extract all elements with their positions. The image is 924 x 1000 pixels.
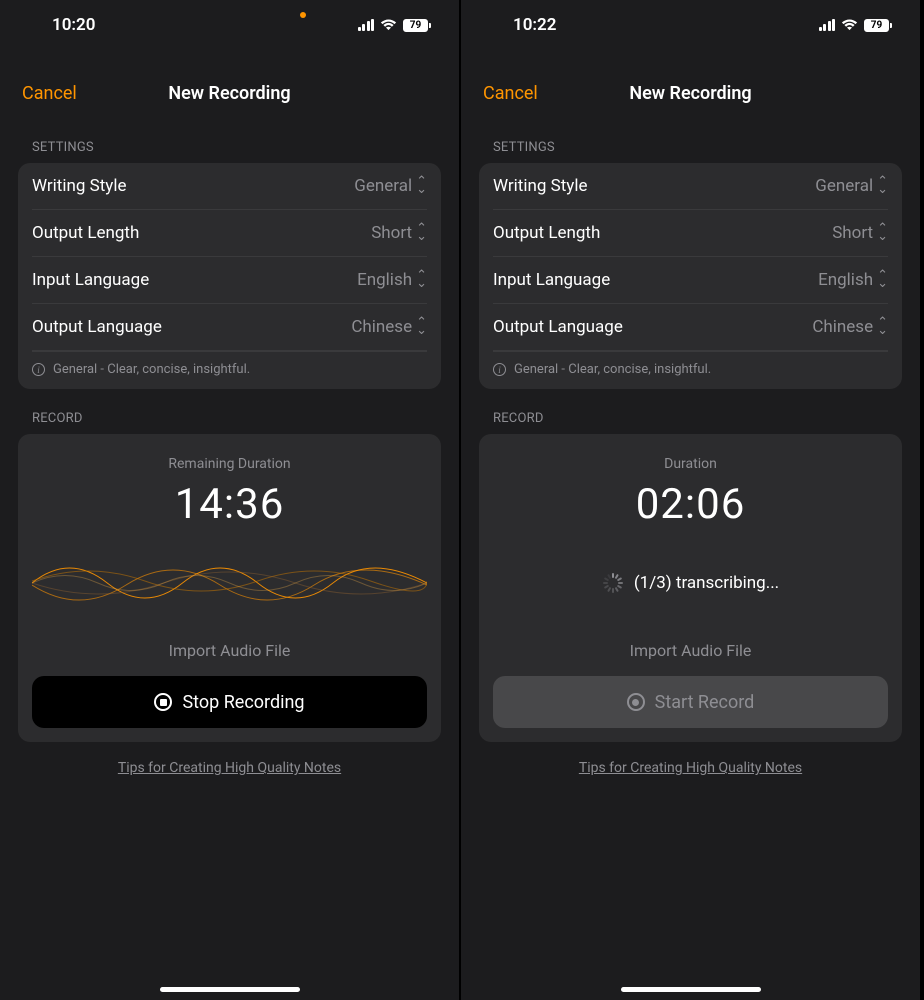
settings-card: Writing Style General⌃⌄ Output Length Sh…: [18, 163, 441, 389]
duration-time: 02:06: [636, 480, 746, 529]
row-value: General⌃⌄: [354, 176, 427, 196]
up-down-chevron-icon: ⌃⌄: [877, 225, 888, 241]
writing-style-row[interactable]: Writing Style General⌃⌄: [32, 163, 427, 210]
record-card: Remaining Duration 14:36 Import Audio Fi…: [18, 434, 441, 742]
waveform-visual: [32, 543, 427, 623]
page-title: New Recording: [168, 83, 290, 104]
row-value: Short⌃⌄: [371, 223, 427, 243]
output-length-row[interactable]: Output Length Short⌃⌄: [493, 210, 888, 257]
status-time: 10:20: [52, 15, 95, 35]
wifi-icon: [380, 19, 397, 31]
up-down-chevron-icon: ⌃⌄: [416, 272, 427, 288]
row-label: Input Language: [493, 270, 610, 290]
up-down-chevron-icon: ⌃⌄: [877, 178, 888, 194]
tips-link[interactable]: Tips for Creating High Quality Notes: [0, 760, 459, 776]
up-down-chevron-icon: ⌃⌄: [416, 225, 427, 241]
home-indicator[interactable]: [621, 987, 761, 992]
up-down-chevron-icon: ⌃⌄: [416, 319, 427, 335]
info-icon: i: [493, 363, 506, 376]
import-audio-link[interactable]: Import Audio File: [630, 641, 752, 660]
record-section-label: RECORD: [461, 411, 920, 426]
duration-time: 14:36: [175, 480, 285, 529]
start-record-button[interactable]: Start Record: [493, 676, 888, 728]
screen-right: 10:22 79 Cancel New Recording SETTINGS W…: [461, 0, 922, 1000]
record-card: Duration 02:06 (1/3) transcribing... Imp…: [479, 434, 902, 742]
cellular-signal-icon: [358, 19, 375, 31]
tips-link[interactable]: Tips for Creating High Quality Notes: [461, 760, 920, 776]
settings-section-label: SETTINGS: [0, 140, 459, 155]
status-bar: 10:22 79: [461, 0, 920, 50]
status-icons: 79: [358, 19, 432, 32]
row-label: Output Length: [32, 223, 139, 243]
stop-recording-button[interactable]: Stop Recording: [32, 676, 427, 728]
row-label: Output Language: [32, 317, 162, 337]
output-language-row[interactable]: Output Language Chinese⌃⌄: [32, 304, 427, 351]
cellular-signal-icon: [819, 19, 836, 31]
row-value: Chinese⌃⌄: [812, 317, 888, 337]
status-text: (1/3) transcribing...: [634, 573, 779, 593]
wifi-icon: [841, 19, 858, 31]
screen-left: 10:20 79 Cancel New Recording SETTINGS W…: [0, 0, 461, 1000]
record-icon: [627, 693, 645, 711]
row-label: Writing Style: [493, 176, 588, 196]
row-value: English⌃⌄: [818, 270, 888, 290]
status-bar: 10:20 79: [0, 0, 459, 50]
import-audio-link[interactable]: Import Audio File: [169, 641, 291, 660]
input-language-row[interactable]: Input Language English⌃⌄: [493, 257, 888, 304]
battery-icon: 79: [864, 19, 892, 32]
input-language-row[interactable]: Input Language English⌃⌄: [32, 257, 427, 304]
row-value: Short⌃⌄: [832, 223, 888, 243]
battery-icon: 79: [403, 19, 431, 32]
record-section-label: RECORD: [0, 411, 459, 426]
nav-bar: Cancel New Recording: [461, 68, 920, 118]
up-down-chevron-icon: ⌃⌄: [877, 319, 888, 335]
row-value: General⌃⌄: [815, 176, 888, 196]
duration-label: Duration: [664, 456, 717, 472]
settings-info: i General - Clear, concise, insightful.: [32, 351, 427, 389]
page-title: New Recording: [629, 83, 751, 104]
nav-bar: Cancel New Recording: [0, 68, 459, 118]
microphone-privacy-dot-icon: [300, 12, 306, 18]
writing-style-row[interactable]: Writing Style General⌃⌄: [493, 163, 888, 210]
stop-icon: [154, 693, 172, 711]
output-language-row[interactable]: Output Language Chinese⌃⌄: [493, 304, 888, 351]
up-down-chevron-icon: ⌃⌄: [416, 178, 427, 194]
row-value: English⌃⌄: [357, 270, 427, 290]
spinner-icon: [602, 573, 622, 593]
cancel-button[interactable]: Cancel: [483, 83, 538, 104]
duration-label: Remaining Duration: [168, 456, 290, 472]
status-icons: 79: [819, 19, 893, 32]
row-label: Input Language: [32, 270, 149, 290]
output-length-row[interactable]: Output Length Short⌃⌄: [32, 210, 427, 257]
settings-card: Writing Style General⌃⌄ Output Length Sh…: [479, 163, 902, 389]
row-label: Output Language: [493, 317, 623, 337]
cancel-button[interactable]: Cancel: [22, 83, 77, 104]
home-indicator[interactable]: [160, 987, 300, 992]
settings-section-label: SETTINGS: [461, 140, 920, 155]
row-label: Output Length: [493, 223, 600, 243]
transcribing-status: (1/3) transcribing...: [493, 543, 888, 623]
info-icon: i: [32, 363, 45, 376]
row-label: Writing Style: [32, 176, 127, 196]
up-down-chevron-icon: ⌃⌄: [877, 272, 888, 288]
settings-info: i General - Clear, concise, insightful.: [493, 351, 888, 389]
status-time: 10:22: [513, 15, 556, 35]
row-value: Chinese⌃⌄: [351, 317, 427, 337]
